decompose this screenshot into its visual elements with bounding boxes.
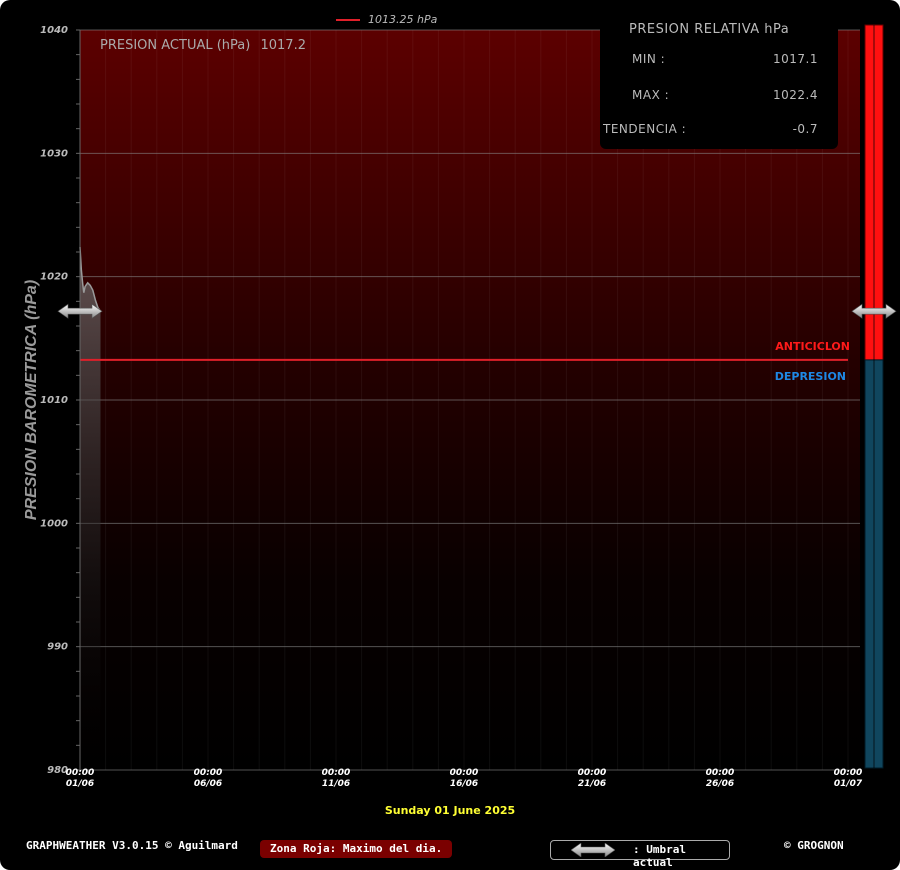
footer-grognon: © GROGNON (784, 839, 844, 852)
zona-roja-badge: Zona Roja: Maximo del dia. (260, 840, 453, 858)
x-tick-date: 11/06 (322, 779, 350, 789)
x-tick-time: 00:00 (66, 768, 95, 778)
current-pressure-value: 1017.2 (260, 38, 306, 53)
date-title: Sunday 01 June 2025 (384, 804, 516, 817)
y-tick-label: 1020 (40, 272, 68, 283)
x-tick-time: 00:00 (706, 768, 735, 778)
x-tick-date: 16/06 (450, 779, 478, 789)
stats-row-max: MAX : 1022.4 (600, 88, 838, 108)
x-tick-date: 06/06 (194, 779, 222, 789)
stats-panel: PRESION RELATIVA hPa MIN : 1017.1 MAX : … (600, 18, 838, 149)
stats-row-min: MIN : 1017.1 (600, 52, 838, 72)
umbral-legend: : Umbral actual (550, 840, 730, 869)
chart-frame: ANTICICLON DEPRESION 980 990 1000 1010 1020 10… (0, 0, 900, 870)
legend-label: 1013.25 hPa (368, 13, 438, 26)
stats-row-trend: TENDENCIA : -0.7 (600, 122, 838, 142)
y-tick-label: 990 (47, 642, 68, 653)
zone-label-depresion: DEPRESION (775, 370, 846, 383)
stats-title: PRESION RELATIVA hPa (629, 22, 790, 37)
stats-min-value: 1017.1 (773, 52, 818, 66)
stats-trend-label: TENDENCIA : (603, 122, 687, 136)
legend-swatch (336, 18, 360, 21)
stats-max-label: MAX : (632, 88, 670, 102)
current-pressure-label: PRESION ACTUAL (hPa) (100, 38, 251, 53)
y-axis-label: PRESION BAROMETRICA (hPa) (23, 279, 40, 521)
y-tick-label: 1030 (40, 148, 68, 159)
series-area (80, 247, 101, 771)
stats-min-label: MIN : (632, 52, 666, 66)
x-tick-date: 21/06 (578, 779, 606, 789)
chart-legend: 1013.25 hPa (336, 13, 437, 26)
x-tick-time: 00:00 (578, 768, 607, 778)
double-arrow-icon (571, 843, 615, 857)
x-tick-time: 00:00 (322, 768, 351, 778)
zone-label-anticiclon: ANTICICLON (775, 340, 850, 353)
x-tick-date: 01/06 (66, 779, 94, 789)
x-tick-time: 00:00 (194, 768, 223, 778)
x-tick-date: 01/07 (834, 779, 863, 789)
x-tick-time: 00:00 (834, 768, 863, 778)
umbral-label: : Umbral actual (633, 843, 686, 869)
stats-max-value: 1022.4 (773, 88, 818, 102)
stats-trend-value: -0.7 (792, 122, 818, 136)
x-tick-date: 26/06 (706, 779, 734, 789)
x-tick-time: 00:00 (450, 768, 479, 778)
y-tick-label: 1010 (40, 395, 68, 406)
y-tick-label: 1040 (40, 25, 68, 36)
y-tick-label: 1000 (40, 518, 68, 529)
current-pressure: PRESION ACTUAL (hPa) 1017.2 (100, 38, 312, 53)
footer-credit: GRAPHWEATHER V3.0.15 © Aguilmard (26, 839, 238, 852)
